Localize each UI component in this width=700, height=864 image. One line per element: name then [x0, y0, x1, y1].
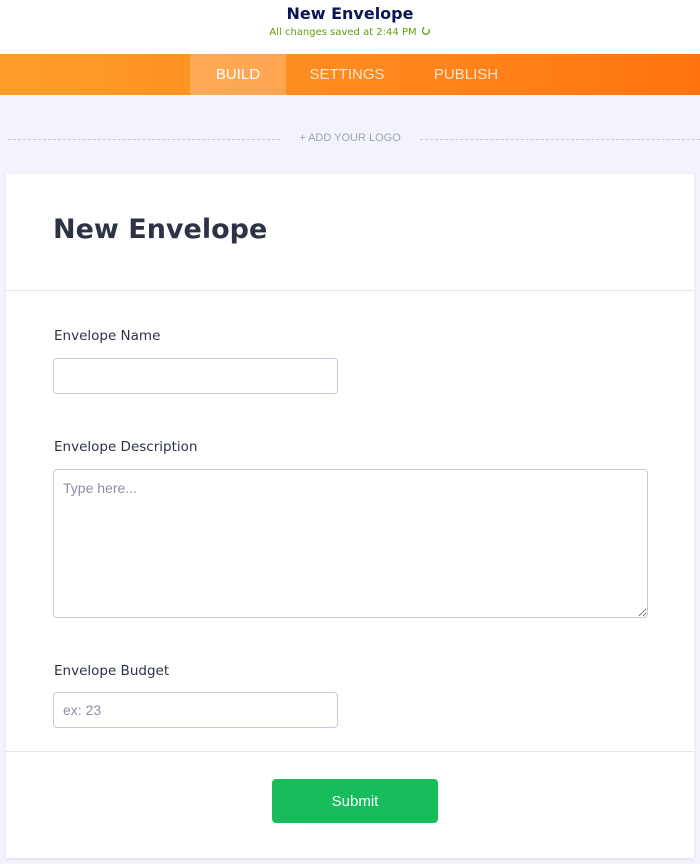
- divider: [6, 751, 694, 752]
- save-status: All changes saved at 2:44 PM: [0, 26, 700, 38]
- form-title: New Envelope: [53, 214, 268, 245]
- form-card: New Envelope Envelope Name Envelope Desc…: [6, 174, 694, 858]
- add-logo-button[interactable]: + ADD YOUR LOGO: [280, 132, 420, 144]
- envelope-name-label: Envelope Name: [54, 328, 161, 344]
- envelope-description-label: Envelope Description: [54, 439, 198, 455]
- divider: [8, 139, 280, 140]
- envelope-description-input[interactable]: [53, 469, 648, 618]
- top-bar: New Envelope All changes saved at 2:44 P…: [0, 0, 700, 54]
- tab-publish[interactable]: PUBLISH: [420, 54, 512, 95]
- divider: [420, 139, 700, 140]
- envelope-budget-input[interactable]: [53, 692, 338, 728]
- envelope-budget-label: Envelope Budget: [54, 663, 170, 679]
- logo-row: + ADD YOUR LOGO: [0, 128, 700, 150]
- envelope-name-input[interactable]: [53, 358, 338, 394]
- save-status-text: All changes saved at 2:44 PM: [269, 27, 417, 38]
- tab-settings[interactable]: SETTINGS: [298, 54, 396, 95]
- refresh-icon[interactable]: [421, 26, 431, 36]
- submit-button[interactable]: Submit: [272, 779, 438, 823]
- app-title: New Envelope: [286, 4, 414, 23]
- divider: [6, 290, 694, 291]
- nav-bar: BUILD SETTINGS PUBLISH: [0, 54, 700, 95]
- tab-build[interactable]: BUILD: [190, 54, 286, 95]
